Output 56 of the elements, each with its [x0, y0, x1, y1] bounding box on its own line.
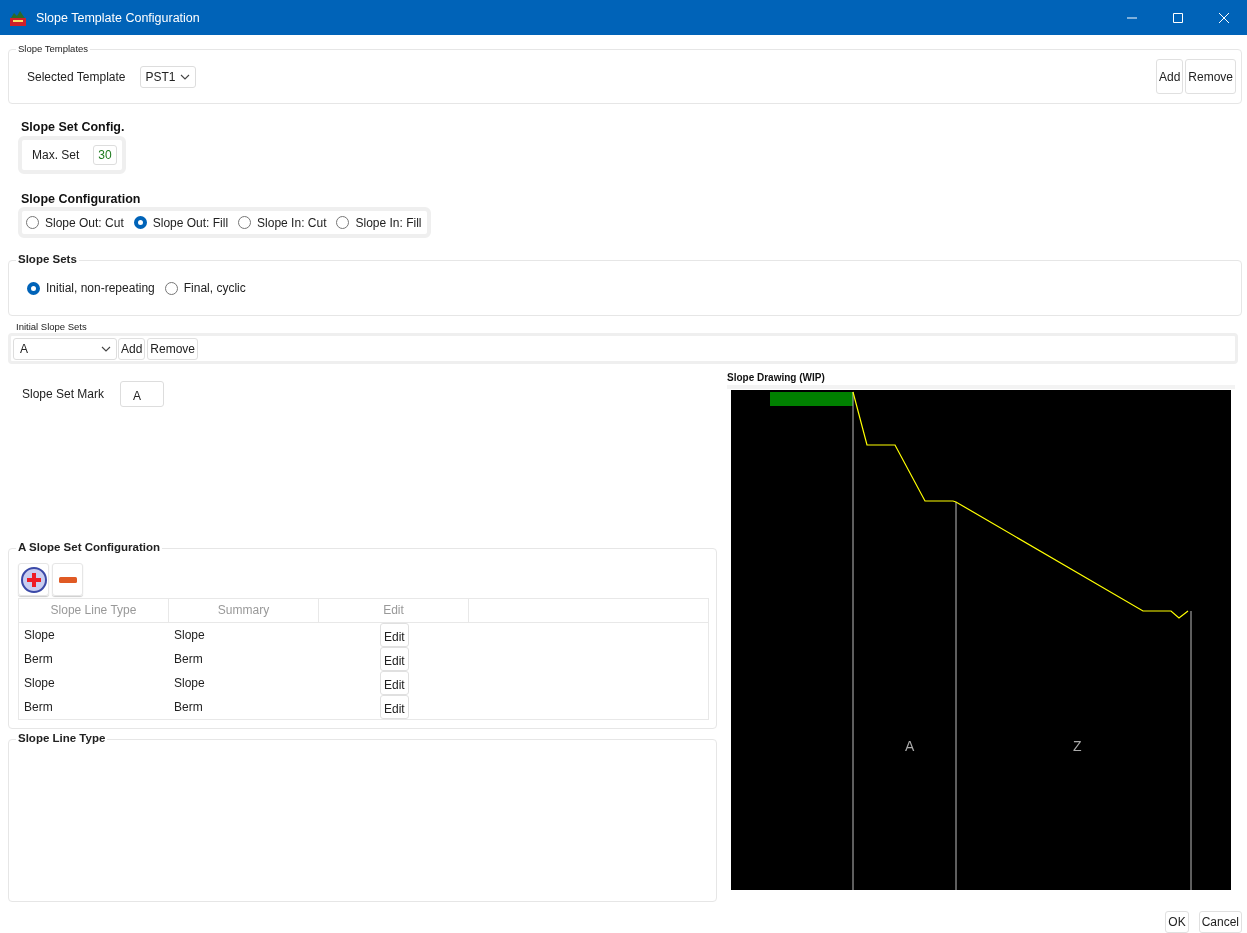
slope-set-button[interactable]: Remove — [147, 337, 199, 360]
mark-field[interactable]: A — [120, 381, 165, 407]
dialog-button[interactable]: OK — [1165, 911, 1189, 933]
edit-button[interactable]: Edit — [380, 647, 409, 671]
plus-icon — [20, 566, 47, 593]
table-cell-text: Berm — [23, 652, 54, 666]
maximize-icon — [1173, 12, 1183, 23]
dialog-button[interactable]: Cancel — [1198, 911, 1242, 933]
field-label: Selected Template — [27, 69, 126, 84]
group-legend: A Slope Set Configuration — [16, 540, 163, 555]
column-header: Summary — [169, 599, 319, 622]
caret-icon — [101, 345, 111, 352]
edit-button[interactable]: Edit — [380, 671, 409, 695]
add-button[interactable] — [18, 563, 49, 596]
close-icon — [1219, 12, 1229, 23]
section-title: Slope Configuration — [21, 192, 142, 206]
radio-option[interactable]: Slope Out: Cut — [26, 215, 124, 230]
radio-option[interactable]: Slope In: Cut — [238, 215, 327, 230]
remove-button[interactable] — [52, 563, 83, 596]
table-cell-text: Slope — [173, 628, 206, 642]
dropdown-value: PST1 — [145, 69, 176, 84]
minimize-icon — [1127, 16, 1137, 19]
group-legend: Slope Sets — [16, 252, 79, 267]
column-header: Edit — [319, 599, 469, 622]
radio-option[interactable]: Slope Out: Fill — [133, 215, 229, 230]
table-cell-text: Slope — [23, 628, 56, 642]
minus-icon — [58, 575, 77, 584]
section-title: Initial Slope Sets — [16, 321, 88, 332]
table-cell-text: Berm — [173, 652, 204, 666]
max-set-field[interactable]: 30 — [93, 145, 117, 165]
group-legend: Slope Templates — [16, 43, 91, 55]
field-label: Max. Set — [32, 148, 80, 162]
section-title: Slope Drawing (WIP) — [727, 372, 826, 383]
table-cell-text: Berm — [173, 700, 204, 714]
slope-set-dropdown[interactable]: A — [13, 337, 117, 360]
edit-button[interactable]: Edit — [380, 623, 409, 647]
table-cell-text: Berm — [23, 700, 54, 714]
slope-set-button[interactable]: Add — [118, 337, 146, 360]
section-title: Slope Set Config. — [21, 120, 126, 134]
template-dropdown[interactable]: PST1 — [139, 65, 196, 88]
dropdown-value: A — [20, 341, 28, 356]
radio-option[interactable]: Initial, non-repeating — [27, 281, 155, 295]
window-title: Slope Template Configuration — [36, 10, 200, 25]
template-button[interactable]: Add — [1155, 59, 1184, 94]
field-label: Slope Set Mark — [22, 387, 105, 401]
template-button[interactable]: Remove — [1185, 59, 1236, 94]
group-legend: Slope Line Type — [16, 731, 108, 746]
caret-icon — [179, 73, 190, 80]
table-cell-text: Slope — [173, 676, 206, 690]
table-cell-text: Slope — [23, 676, 56, 690]
section-label: A — [905, 738, 915, 754]
section-label: Z — [1073, 738, 1082, 754]
radio-option[interactable]: Slope In: Fill — [336, 215, 422, 230]
column-header: Slope Line Type — [19, 599, 169, 622]
radio-option[interactable]: Final, cyclic — [164, 281, 246, 295]
edit-button[interactable]: Edit — [380, 695, 409, 719]
